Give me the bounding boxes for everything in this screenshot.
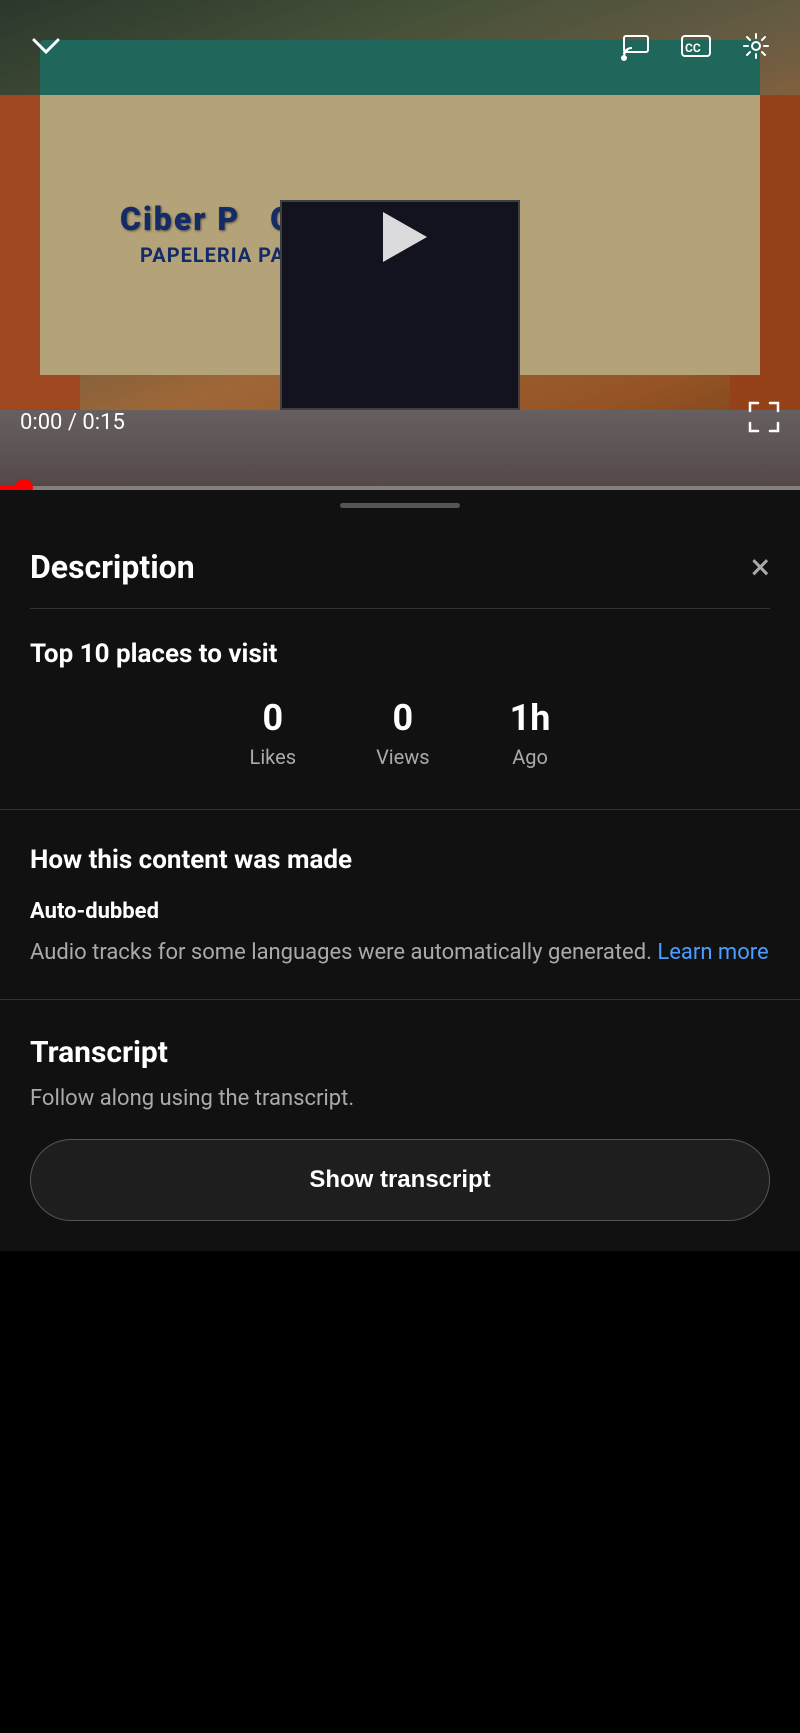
stats-row: 0 Likes 0 Views 1h Ago — [30, 697, 770, 809]
time-ago-label: Ago — [512, 745, 548, 769]
likes-stat: 0 Likes — [250, 697, 297, 769]
views-count: 0 — [393, 697, 414, 739]
cc-icon[interactable]: CC — [680, 30, 712, 69]
time-ago-stat: 1h Ago — [510, 697, 551, 769]
auto-dubbed-description: Audio tracks for some languages were aut… — [30, 936, 770, 969]
learn-more-link[interactable]: Learn more — [657, 940, 768, 965]
time-display: 0:00 / 0:15 — [20, 410, 125, 435]
content-made-section: How this content was made Auto-dubbed Au… — [30, 810, 770, 999]
cast-icon[interactable] — [620, 30, 652, 69]
description-title: Description — [30, 548, 195, 586]
video-player[interactable]: Ciber P OYO PAPELERIA PACPYA — [0, 0, 800, 490]
likes-count: 0 — [262, 697, 283, 739]
show-transcript-button[interactable]: Show transcript — [30, 1139, 770, 1221]
chevron-down-icon[interactable] — [28, 28, 64, 70]
close-icon[interactable]: × — [751, 549, 770, 585]
fullscreen-icon[interactable] — [748, 401, 780, 440]
views-stat: 0 Views — [376, 697, 430, 769]
description-header: Description × — [30, 520, 770, 609]
content-made-heading: How this content was made — [30, 845, 770, 875]
video-title: Top 10 places to visit — [30, 609, 770, 697]
progress-dot — [15, 479, 33, 490]
svg-text:CC: CC — [685, 41, 701, 55]
views-label: Views — [376, 745, 430, 769]
drag-handle-bar — [340, 503, 460, 508]
likes-label: Likes — [250, 745, 297, 769]
auto-dubbed-label: Auto-dubbed — [30, 899, 770, 924]
drag-handle[interactable] — [0, 490, 800, 520]
description-panel: Description × Top 10 places to visit 0 L… — [0, 520, 800, 1251]
video-progress-bar[interactable] — [0, 486, 800, 490]
play-button[interactable] — [360, 197, 440, 277]
time-ago-count: 1h — [510, 697, 551, 739]
progress-fill — [0, 486, 24, 490]
transcript-section: Transcript Follow along using the transc… — [30, 1000, 770, 1251]
settings-icon[interactable] — [740, 30, 772, 69]
transcript-heading: Transcript — [30, 1035, 770, 1070]
transcript-description: Follow along using the transcript. — [30, 1086, 770, 1111]
